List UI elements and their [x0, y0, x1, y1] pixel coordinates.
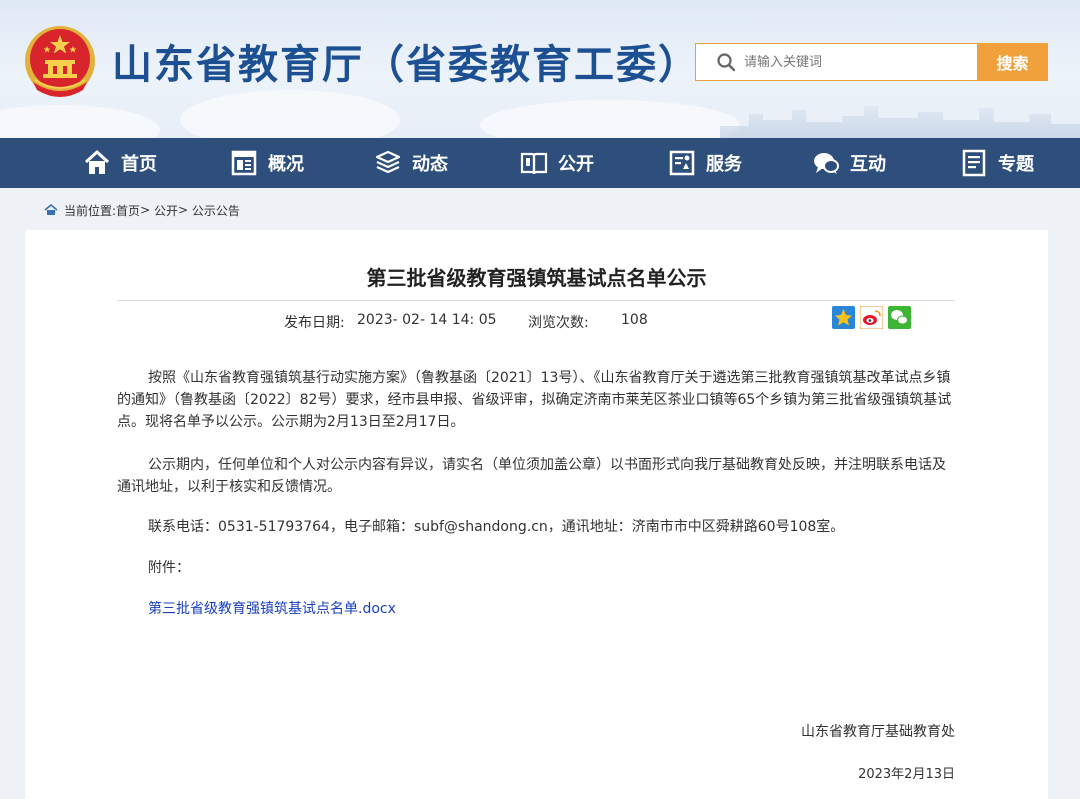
home-icon [84, 150, 110, 174]
nav-label: 互动 [850, 154, 886, 175]
views-count: 108 [621, 312, 648, 328]
cloud-decoration [0, 105, 160, 138]
article-title: 第三批省级教育强镇筑基试点名单公示 [366, 266, 707, 290]
breadcrumb-notices[interactable]: 公示公告 [192, 202, 240, 219]
national-emblem-icon[interactable] [23, 24, 97, 100]
paragraph-text: 附件： [148, 560, 190, 576]
publish-date: 2023- 02- 14 14: 05 [357, 312, 497, 328]
signer: 山东省教育厅基础教育处 [801, 724, 955, 740]
topic-icon [962, 149, 986, 177]
breadcrumb-prefix: 当前位置: [64, 203, 117, 218]
nav-label: 专题 [998, 154, 1034, 175]
article-paragraph-contact: 联系电话：0531-51793764，电子邮箱：subf@shandong.cn… [117, 516, 957, 538]
search-button[interactable]: 搜索 [977, 43, 1048, 81]
breadcrumb-home[interactable]: 首页 [116, 202, 140, 219]
attachment-link[interactable]: 第三批省级教育强镇筑基试点名单.docx [148, 598, 396, 618]
cloud-decoration [480, 100, 740, 138]
sign-date: 2023年2月13日 [858, 767, 955, 782]
search-icon [717, 53, 736, 72]
service-icon [669, 150, 695, 176]
site-header: 山东省教育厅（省委教育工委） 搜索 [0, 0, 1080, 138]
paragraph-text: 公示期内，任何单位和个人对公示内容有异议，请实名（单位须加盖公章）以书面形式向我… [117, 457, 946, 495]
share-weibo-icon[interactable] [860, 306, 883, 329]
nav-item-service[interactable]: 服务 [668, 138, 742, 188]
breadcrumb-home-icon [44, 204, 58, 215]
share-wechat-icon[interactable] [888, 306, 911, 329]
publish-date-label: 发布日期: [284, 315, 345, 331]
cloud-decoration [180, 90, 400, 138]
article-paragraph-1: 按照《山东省教育强镇筑基行动实施方案》（鲁教基函〔2021〕13号）、《山东省教… [117, 367, 957, 433]
news-icon [375, 150, 401, 174]
article-paragraph-attachment-label: 附件： [117, 557, 957, 579]
site-title: 山东省教育厅（省委教育工委） [112, 42, 700, 88]
nav-item-home[interactable]: 首页 [83, 138, 157, 188]
search-box [695, 43, 978, 81]
paragraph-text: 按照《山东省教育强镇筑基行动实施方案》（鲁教基函〔2021〕13号）、《山东省教… [117, 370, 952, 430]
paragraph-text: 联系电话：0531-51793764，电子邮箱：subf@shandong.cn… [148, 519, 845, 535]
chat-icon [814, 153, 839, 174]
title-divider [117, 300, 955, 301]
nav-item-overview[interactable]: 概况 [230, 138, 304, 188]
breadcrumb: 当前位置: 首页 > 公开 > 公示公告 [44, 201, 240, 219]
nav-item-news[interactable]: 动态 [374, 138, 448, 188]
nav-item-public[interactable]: 公开 [520, 138, 594, 188]
book-icon [520, 152, 548, 175]
breadcrumb-public[interactable]: 公开 [154, 202, 178, 219]
nav-label: 首页 [121, 154, 157, 175]
overview-icon [231, 150, 257, 176]
nav-label: 服务 [706, 154, 742, 175]
breadcrumb-separator: > [140, 203, 151, 217]
skyline-decoration [720, 106, 1080, 138]
nav-label: 公开 [558, 154, 594, 175]
nav-label: 动态 [412, 154, 448, 175]
search-input[interactable] [744, 54, 964, 70]
share-qzone-icon[interactable] [832, 306, 855, 329]
breadcrumb-separator: > [177, 203, 189, 217]
views-label: 浏览次数: [528, 315, 589, 331]
article-paragraph-2: 公示期内，任何单位和个人对公示内容有异议，请实名（单位须加盖公章）以书面形式向我… [117, 454, 957, 498]
nav-item-topic[interactable]: 专题 [960, 138, 1034, 188]
main-nav: 首页 概况 动态 公开 服务 互动 专题 [0, 138, 1080, 188]
nav-label: 概况 [268, 154, 304, 175]
nav-item-interact[interactable]: 互动 [812, 138, 886, 188]
